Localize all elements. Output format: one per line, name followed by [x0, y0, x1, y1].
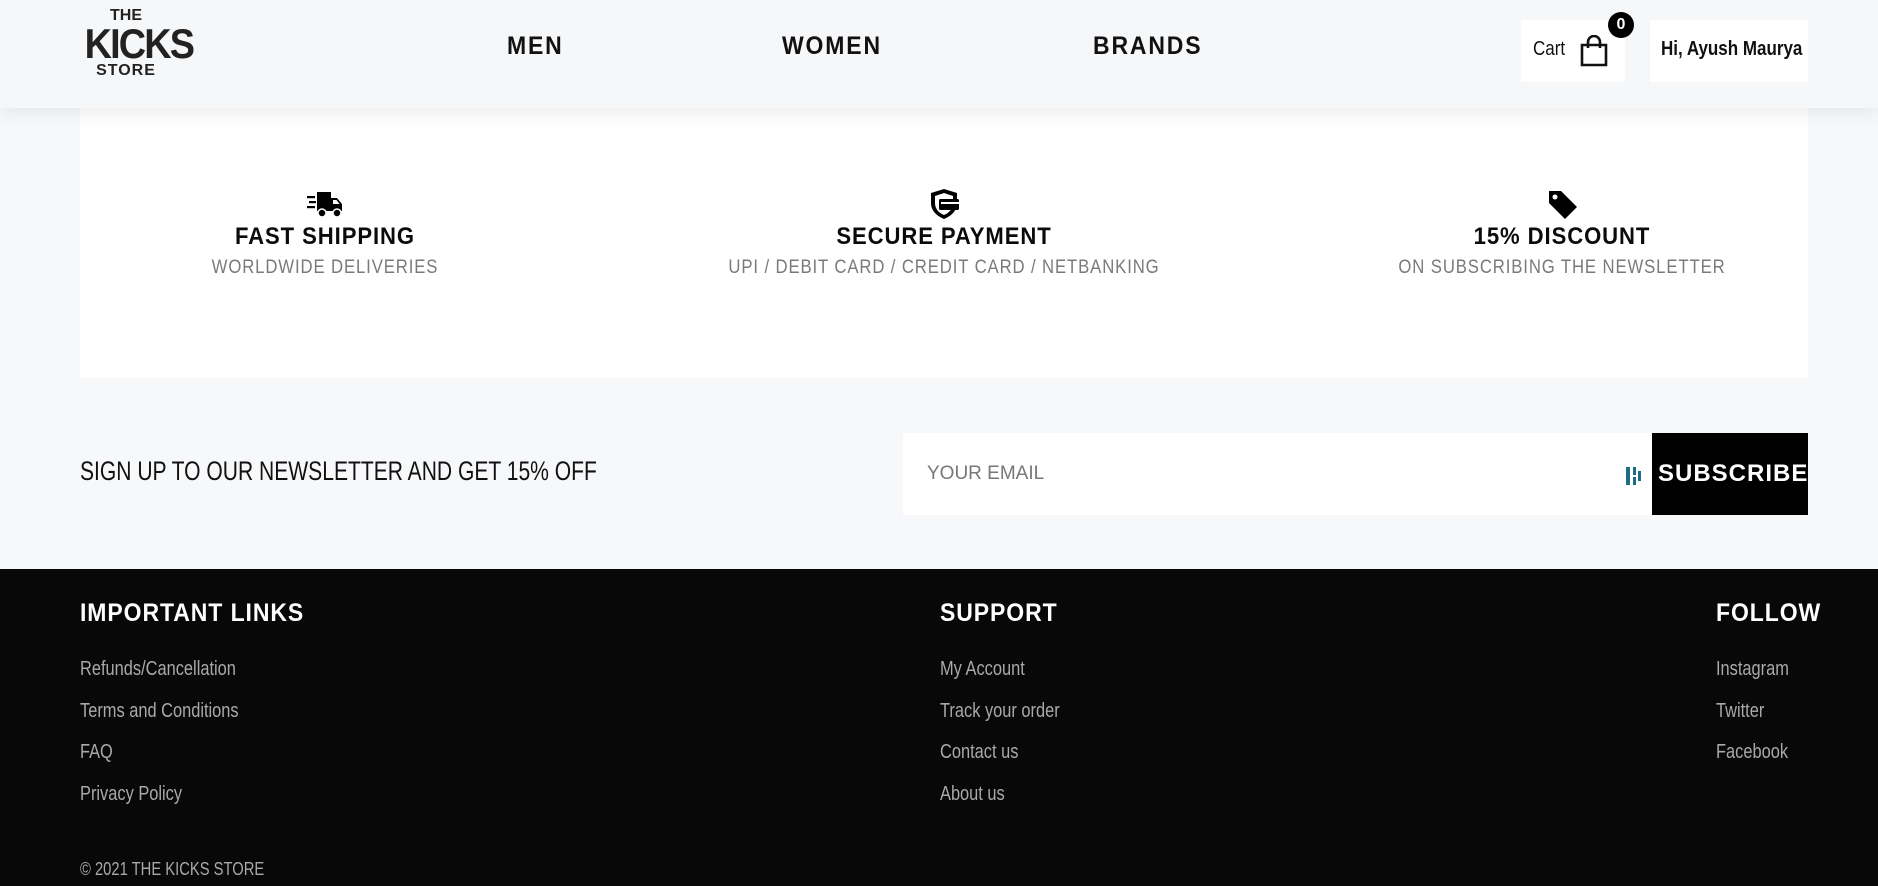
feature-secure-payment: SECURE PAYMENT UPI / DEBIT CARD / CREDIT… [684, 188, 1204, 279]
nav-women[interactable]: WOMEN [782, 32, 882, 61]
footer-column-follow: FOLLOW Instagram Twitter Facebook [1716, 599, 1830, 783]
feature-subtitle: WORLDWIDE DELIVERIES [211, 257, 439, 278]
features-section: FAST SHIPPING WORLDWIDE DELIVERIES SECUR… [80, 108, 1808, 378]
site-footer: IMPORTANT LINKS Refunds/Cancellation Ter… [0, 569, 1878, 886]
footer-column-support: SUPPORT My Account Track your order Cont… [940, 599, 1086, 824]
footer-link-faq[interactable]: FAQ [80, 741, 280, 783]
footer-heading: SUPPORT [940, 599, 1058, 627]
feature-subtitle: UPI / DEBIT CARD / CREDIT CARD / NETBANK… [728, 257, 1160, 278]
footer-heading: IMPORTANT LINKS [80, 599, 305, 627]
store-logo[interactable]: THE KICKS STORE [80, 6, 195, 82]
feature-title: 15% DISCOUNT [1473, 223, 1651, 250]
feature-subtitle: ON SUBSCRIBING THE NEWSLETTER [1398, 257, 1726, 278]
feature-title: FAST SHIPPING [234, 223, 416, 250]
footer-link-my-account[interactable]: My Account [940, 658, 1060, 700]
nav-men[interactable]: MEN [507, 32, 564, 61]
copyright-text: © 2021 THE KICKS STORE [80, 859, 265, 879]
footer-link-privacy[interactable]: Privacy Policy [80, 783, 280, 825]
logo-line-2: KICKS [84, 20, 195, 67]
newsletter-heading: SIGN UP TO OUR NEWSLETTER AND GET 15% OF… [80, 456, 597, 486]
footer-link-contact[interactable]: Contact us [940, 741, 1060, 783]
footer-link-about[interactable]: About us [940, 783, 1060, 825]
footer-link-terms[interactable]: Terms and Conditions [80, 700, 280, 742]
shopping-bag-icon [1580, 35, 1608, 67]
user-account-button[interactable]: Hi, Ayush Maurya [1650, 20, 1808, 82]
subscribe-button[interactable]: SUBSCRIBE [1652, 433, 1808, 515]
footer-column-important-links: IMPORTANT LINKS Refunds/Cancellation Ter… [80, 599, 324, 824]
footer-link-facebook[interactable]: Facebook [1716, 741, 1810, 783]
newsletter-form [903, 433, 1652, 515]
footer-heading: FOLLOW [1716, 599, 1822, 627]
nav-brands[interactable]: BRANDS [1093, 32, 1202, 61]
feature-fast-shipping: FAST SHIPPING WORLDWIDE DELIVERIES [65, 188, 585, 279]
email-input[interactable] [903, 433, 1593, 515]
footer-link-track-order[interactable]: Track your order [940, 700, 1060, 742]
user-greeting: Hi, Ayush Maurya [1661, 38, 1803, 60]
site-header: THE KICKS STORE MEN WOMEN BRANDS Cart 0 … [0, 0, 1878, 108]
secure-card-icon [931, 189, 959, 219]
footer-link-refunds[interactable]: Refunds/Cancellation [80, 658, 280, 700]
footer-link-twitter[interactable]: Twitter [1716, 700, 1810, 742]
cart-count-badge: 0 [1608, 12, 1634, 38]
feature-title: SECURE PAYMENT [836, 223, 1052, 250]
password-manager-icon[interactable] [1626, 465, 1642, 487]
delivery-truck-icon [307, 192, 342, 218]
cart-label: Cart [1533, 38, 1566, 60]
feature-discount: 15% DISCOUNT ON SUBSCRIBING THE NEWSLETT… [1302, 188, 1822, 279]
price-tag-icon [1549, 191, 1577, 219]
footer-link-instagram[interactable]: Instagram [1716, 658, 1810, 700]
